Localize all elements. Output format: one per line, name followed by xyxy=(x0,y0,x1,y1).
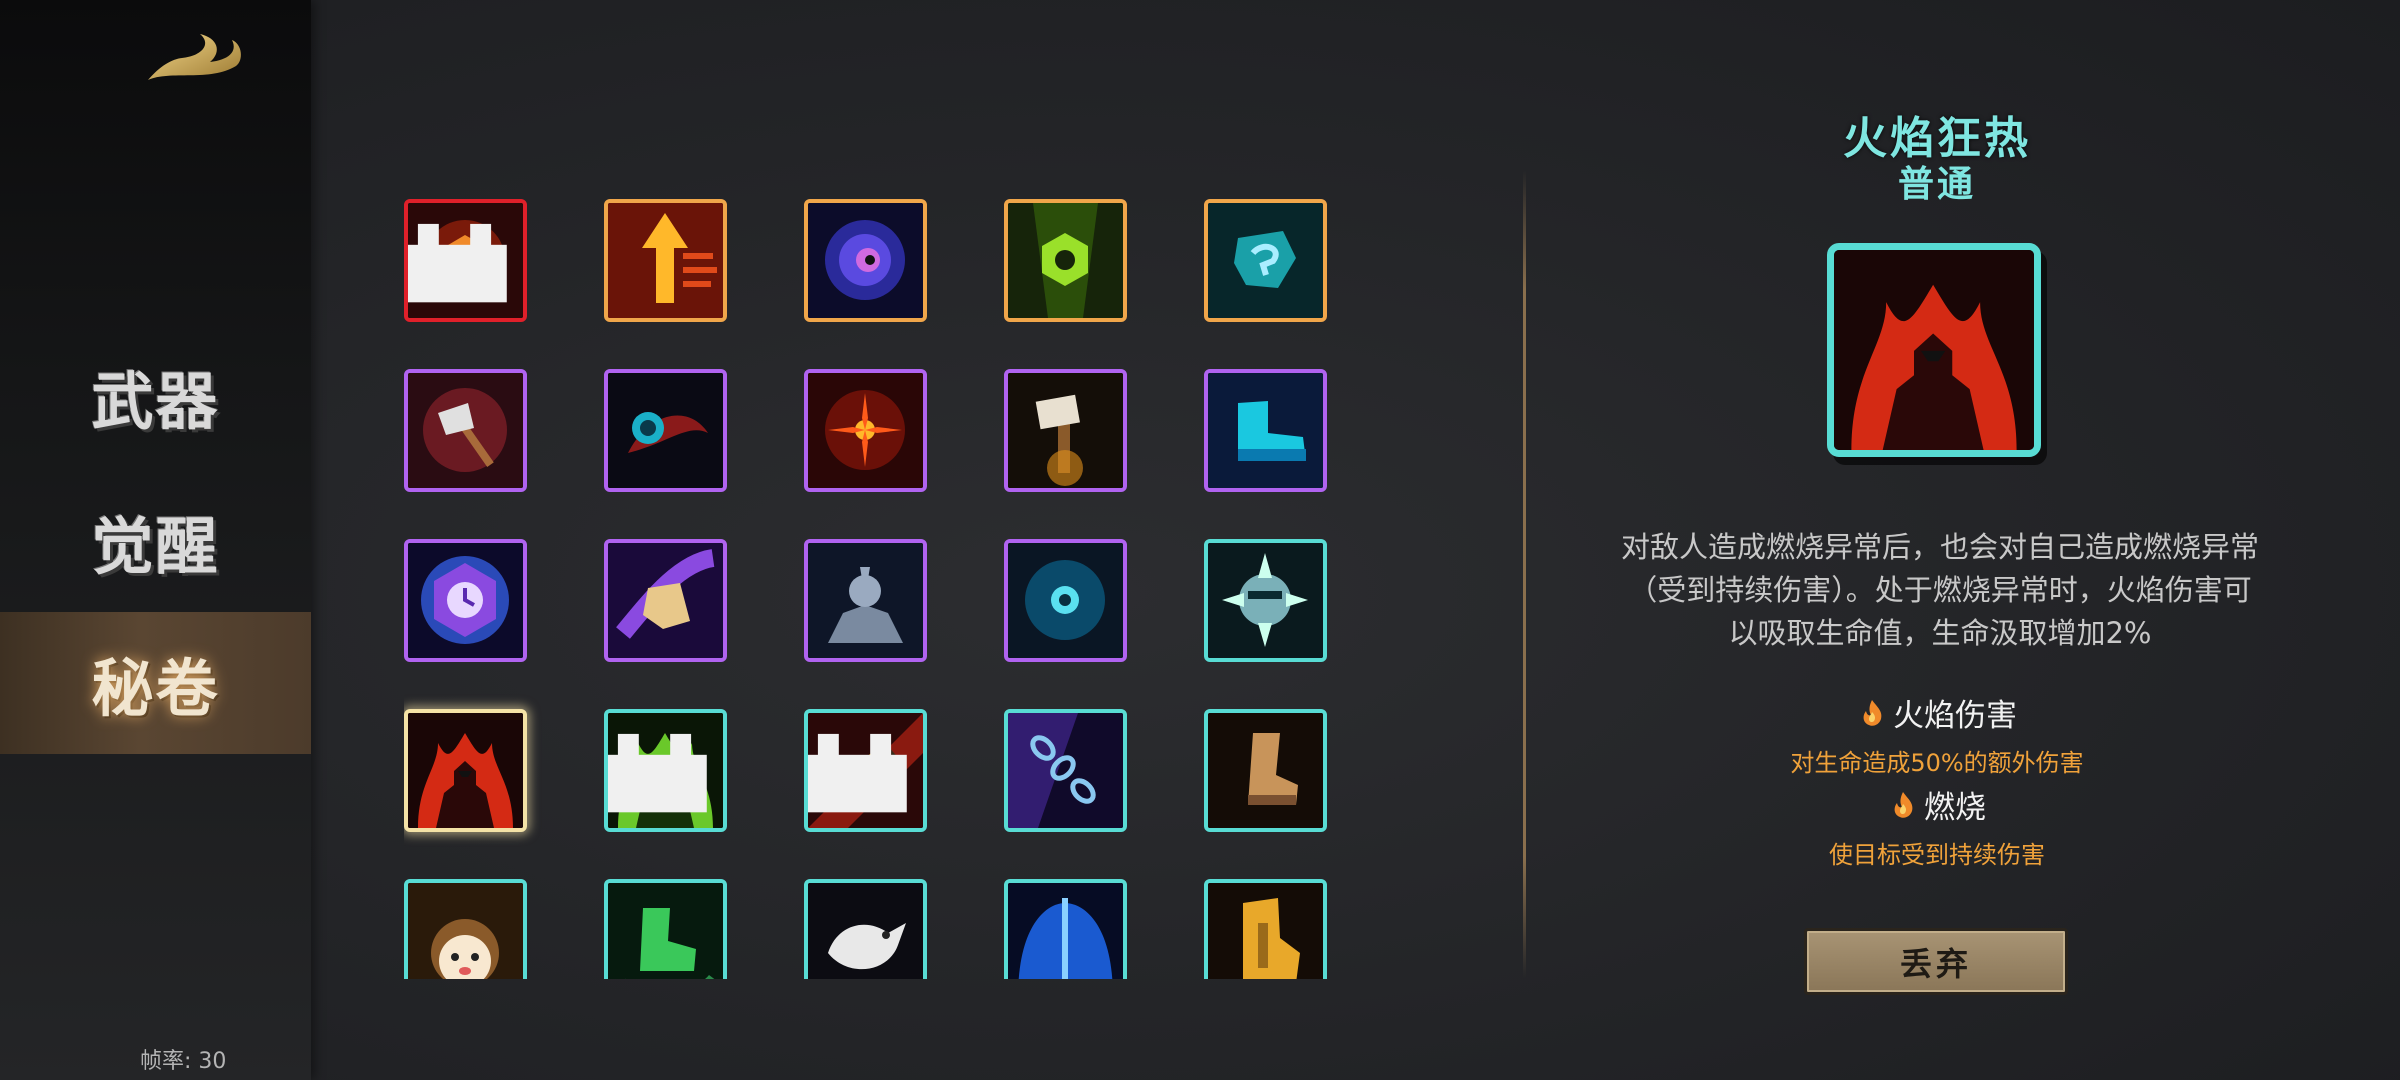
tag-name: 火焰伤害 xyxy=(1893,698,2017,734)
gold-bag-icon xyxy=(608,543,723,658)
nav-item-awaken[interactable]: 觉醒 xyxy=(0,470,311,612)
dark-orb-icon xyxy=(608,373,723,488)
nav-item-weapons[interactable]: 武器 xyxy=(0,325,311,467)
skill-slot[interactable] xyxy=(604,879,727,979)
skill-slot[interactable] xyxy=(1204,539,1327,662)
battle-axe-icon xyxy=(408,373,523,488)
fire-arrow-up-icon xyxy=(608,203,723,318)
skill-slot[interactable] xyxy=(804,709,927,832)
blue-vortex-icon xyxy=(808,203,923,318)
skill-slot[interactable] xyxy=(804,539,927,662)
nav-item-secret-scroll[interactable]: 秘卷 xyxy=(0,612,311,754)
white-bird-icon xyxy=(808,883,923,979)
skill-slot[interactable] xyxy=(1004,199,1127,322)
skill-slot[interactable] xyxy=(1004,539,1127,662)
skill-slot[interactable] xyxy=(604,709,727,832)
skill-slot[interactable] xyxy=(1204,879,1327,979)
sidebar: 武器 觉醒 秘卷 帧率: 30 xyxy=(0,0,311,1080)
tag-name: 燃烧 xyxy=(1924,790,1986,826)
detail-rarity: 普通 xyxy=(1897,164,1976,205)
skill-slot[interactable] xyxy=(1204,369,1327,492)
skill-slot[interactable] xyxy=(404,879,527,979)
skill-slot[interactable] xyxy=(404,369,527,492)
lock-icon xyxy=(808,733,907,813)
fps-counter: 帧率: 30 xyxy=(140,1049,227,1074)
spiked-ball-icon xyxy=(1208,543,1323,658)
tag-fire-damage: 火焰伤害 对生命造成50%的额外伤害 xyxy=(1700,690,2174,778)
red-sun-icon xyxy=(808,373,923,488)
skill-slot[interactable] xyxy=(1204,199,1327,322)
skill-slot[interactable] xyxy=(1004,709,1127,832)
fire-warrior-silhouette-icon xyxy=(408,713,523,828)
green-hex-nut-icon xyxy=(1008,203,1123,318)
skill-grid[interactable] xyxy=(404,199,1334,979)
hammer-icon xyxy=(1008,373,1123,488)
gold-boot-icon xyxy=(1208,883,1323,979)
lock-icon xyxy=(408,223,507,303)
leather-boot-icon xyxy=(1208,713,1323,828)
fire-warrior-silhouette-icon xyxy=(1827,243,2041,457)
teal-rune-icon xyxy=(1208,203,1323,318)
skill-slot[interactable] xyxy=(804,199,927,322)
skill-slot[interactable] xyxy=(404,199,527,322)
cute-face-icon xyxy=(408,883,523,979)
skill-slot[interactable] xyxy=(804,369,927,492)
golden-swoosh-logo xyxy=(148,34,241,80)
blue-eye-vortex-icon xyxy=(1008,543,1123,658)
skill-slot[interactable] xyxy=(404,539,527,662)
skill-slot[interactable] xyxy=(604,199,727,322)
chain-icon xyxy=(1008,713,1123,828)
tag-description: 使目标受到持续伤害 xyxy=(1829,841,2045,869)
skill-slot[interactable] xyxy=(604,369,727,492)
lock-icon xyxy=(608,733,707,813)
flame-icon xyxy=(1863,699,1882,726)
tag-description: 对生命造成50%的额外伤害 xyxy=(1790,749,2084,777)
ice-boot-icon xyxy=(1208,373,1323,488)
skill-slot[interactable] xyxy=(1204,709,1327,832)
skill-slot[interactable] xyxy=(1004,879,1127,979)
skill-slot[interactable] xyxy=(1004,369,1127,492)
fire-warrior-silhouette-icon xyxy=(1834,250,2034,450)
detail-description: 对敌人造成燃烧异常后，也会对自己造成燃烧异常（受到持续伤害）。处于燃烧异常时，火… xyxy=(1620,530,2259,650)
discard-button[interactable]: 丢弃 xyxy=(1804,928,2068,995)
stone-warrior-icon xyxy=(808,543,923,658)
skill-slot[interactable] xyxy=(404,709,527,832)
skill-slot[interactable] xyxy=(804,879,927,979)
green-boot-icon xyxy=(608,883,723,979)
panel-divider xyxy=(1523,170,1526,978)
flame-icon xyxy=(1894,791,1913,818)
purple-clock-icon xyxy=(408,543,523,658)
blue-shield-icon xyxy=(1008,883,1123,979)
tag-burn: 燃烧 使目标受到持续伤害 xyxy=(1700,782,2174,870)
skill-slot[interactable] xyxy=(604,539,727,662)
